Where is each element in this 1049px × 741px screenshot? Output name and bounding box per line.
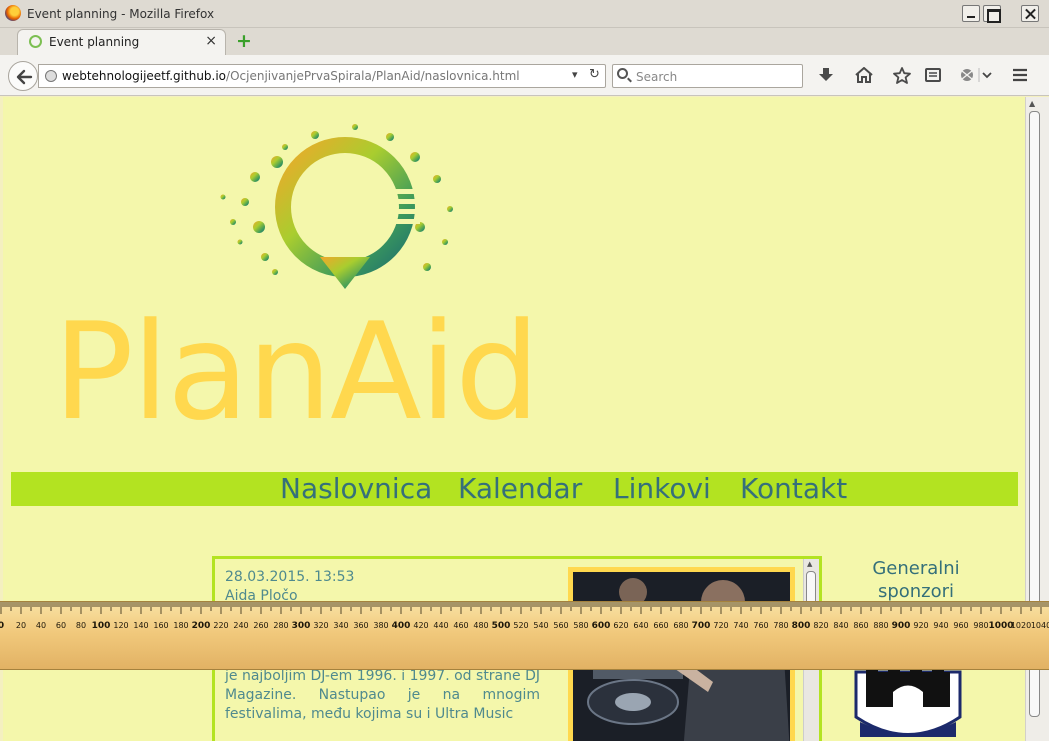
post-date: 28.03.2015. 13:53 bbox=[225, 569, 355, 585]
ruler-label: 1020 bbox=[1011, 621, 1031, 630]
ruler-label: 360 bbox=[353, 621, 368, 630]
ruler-label: 380 bbox=[373, 621, 388, 630]
ruler-label: 740 bbox=[733, 621, 748, 630]
ruler-scale: 0 20 40 60 80 100120 140 160 180 200220 240 260 280 3… bbox=[0, 602, 1049, 631]
ruler-label: 660 bbox=[653, 621, 668, 630]
site-favicon-icon bbox=[29, 35, 42, 48]
close-window-button[interactable] bbox=[1021, 5, 1039, 22]
ruler-label: 980 bbox=[973, 621, 988, 630]
screen-ruler[interactable]: 0 20 40 60 80 100120 140 160 180 200220 240 260 280 3… bbox=[0, 601, 1049, 670]
url-path: /OcjenjivanjePrvaSpirala/PlanAid/naslovn… bbox=[226, 69, 520, 83]
ruler-label: 940 bbox=[933, 621, 948, 630]
tab-label: Event planning bbox=[49, 35, 140, 49]
ruler-label: 0 bbox=[0, 621, 4, 631]
ruler-label: 720 bbox=[713, 621, 728, 630]
ruler-label: 220 bbox=[213, 621, 228, 630]
url-bar[interactable]: webtehnologijeetf.github.io/Ocjenjivanje… bbox=[38, 64, 606, 88]
window-titlebar: Event planning - Mozilla Firefox bbox=[0, 0, 1049, 28]
ruler-label: 60 bbox=[56, 621, 66, 630]
ruler-label: 140 bbox=[133, 621, 148, 630]
ruler-label: 860 bbox=[853, 621, 868, 630]
ruler-label: 100 bbox=[92, 621, 111, 631]
reload-icon[interactable]: ↻ bbox=[589, 67, 600, 82]
ruler-label: 400 bbox=[392, 621, 411, 631]
ruler-label: 640 bbox=[633, 621, 648, 630]
globe-icon bbox=[45, 70, 57, 82]
ruler-label: 800 bbox=[792, 621, 811, 631]
ruler-label: 20 bbox=[16, 621, 26, 630]
url-text[interactable]: webtehnologijeetf.github.io/Ocjenjivanje… bbox=[62, 69, 520, 83]
ruler-label: 40 bbox=[36, 621, 46, 630]
menu-item-naslovnica[interactable]: Naslovnica bbox=[280, 472, 432, 506]
back-button[interactable] bbox=[8, 61, 38, 91]
ruler-label: 780 bbox=[773, 621, 788, 630]
tab-event-planning[interactable]: Event planning × bbox=[17, 29, 226, 55]
tab-strip: Event planning × + bbox=[0, 28, 1049, 55]
main-menu: Naslovnica Kalendar Linkovi Kontakt bbox=[11, 472, 1018, 506]
ruler-label: 180 bbox=[173, 621, 188, 630]
sponsors-heading: Generalni sponzori bbox=[872, 558, 960, 602]
chevron-down-icon[interactable]: ▾ bbox=[572, 68, 578, 81]
ruler-label: 80 bbox=[76, 621, 86, 630]
new-tab-button[interactable]: + bbox=[236, 31, 252, 51]
search-box[interactable]: Search bbox=[612, 64, 803, 88]
ruler-label: 480 bbox=[473, 621, 488, 630]
ruler-label: 160 bbox=[153, 621, 168, 630]
menu-item-linkovi[interactable]: Linkovi bbox=[613, 472, 711, 506]
ruler-label: 320 bbox=[313, 621, 328, 630]
ruler-label: 760 bbox=[753, 621, 768, 630]
ruler-label: 340 bbox=[333, 621, 348, 630]
tab-close-icon[interactable]: × bbox=[205, 33, 217, 49]
ruler-label: 560 bbox=[553, 621, 568, 630]
ruler-label: 500 bbox=[492, 621, 511, 631]
window-title: Event planning - Mozilla Firefox bbox=[27, 7, 215, 21]
ruler-label: 540 bbox=[533, 621, 548, 630]
url-host: webtehnologijeetf.github.io bbox=[62, 69, 227, 83]
search-placeholder: Search bbox=[636, 70, 678, 84]
planaid-logo bbox=[220, 124, 453, 289]
ruler-label: 1000 bbox=[988, 621, 1013, 631]
ruler-label: 520 bbox=[513, 621, 528, 630]
search-icon bbox=[617, 68, 628, 79]
ruler-label: 840 bbox=[833, 621, 848, 630]
ruler-label: 820 bbox=[813, 621, 828, 630]
ruler-label: 200 bbox=[192, 621, 211, 631]
ruler-label: 880 bbox=[873, 621, 888, 630]
ruler-label: 680 bbox=[673, 621, 688, 630]
ruler-label: 460 bbox=[453, 621, 468, 630]
navigation-toolbar: webtehnologijeetf.github.io/Ocjenjivanje… bbox=[0, 55, 1049, 96]
ruler-label: 700 bbox=[692, 621, 711, 631]
reader-icon[interactable] bbox=[924, 67, 942, 85]
ruler-label: 580 bbox=[573, 621, 588, 630]
menu-item-kalendar[interactable]: Kalendar bbox=[458, 472, 582, 506]
minimize-button[interactable] bbox=[962, 5, 980, 22]
scroll-up-icon[interactable]: ▲ bbox=[807, 560, 812, 568]
maximize-button[interactable] bbox=[983, 5, 1001, 23]
back-arrow-icon bbox=[16, 69, 33, 85]
menu-item-kontakt[interactable]: Kontakt bbox=[740, 472, 847, 506]
ruler-label: 120 bbox=[113, 621, 128, 630]
firefox-icon bbox=[5, 5, 21, 21]
ruler-label: 900 bbox=[892, 621, 911, 631]
ruler-label: 600 bbox=[592, 621, 611, 631]
scroll-up-icon[interactable]: ▲ bbox=[1029, 99, 1035, 108]
ruler-label: 280 bbox=[273, 621, 288, 630]
home-icon[interactable] bbox=[855, 66, 873, 85]
site-brand: PlanAid bbox=[53, 294, 540, 450]
ruler-label: 1040 bbox=[1031, 621, 1049, 630]
ruler-label: 300 bbox=[292, 621, 311, 631]
download-icon[interactable] bbox=[817, 67, 835, 85]
ruler-label: 240 bbox=[233, 621, 248, 630]
star-icon[interactable] bbox=[893, 67, 911, 85]
extension-icon[interactable] bbox=[958, 67, 992, 85]
hamburger-icon[interactable] bbox=[1011, 67, 1029, 85]
ruler-label: 620 bbox=[613, 621, 628, 630]
ruler-label: 420 bbox=[413, 621, 428, 630]
ruler-label: 440 bbox=[433, 621, 448, 630]
ruler-label: 960 bbox=[953, 621, 968, 630]
ruler-label: 920 bbox=[913, 621, 928, 630]
ruler-label: 260 bbox=[253, 621, 268, 630]
